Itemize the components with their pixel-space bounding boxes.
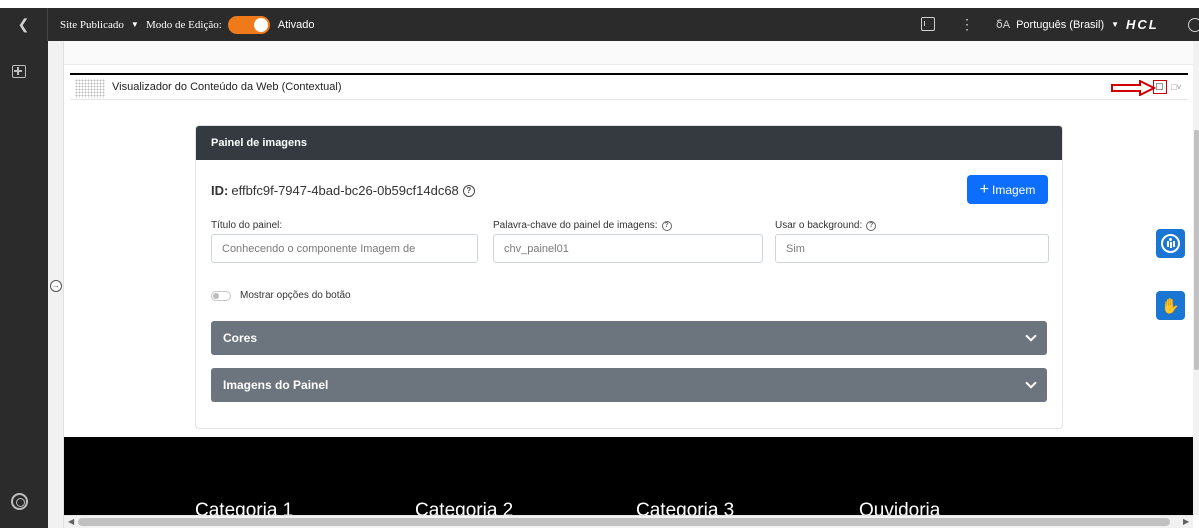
side-panel-icon[interactable] — [921, 17, 935, 31]
portlet-title-bar: Visualizador do Conteúdo da Web (Context… — [70, 73, 1188, 100]
scroll-right-arrow-icon[interactable]: ▶ — [1183, 517, 1189, 526]
horizontal-scrollbar-thumb[interactable] — [78, 518, 1170, 526]
language-label: Português (Brasil) — [1016, 18, 1105, 31]
help-icon[interactable]: ? — [661, 220, 672, 231]
site-status-dropdown[interactable]: Site Publicado ▼ — [60, 8, 139, 41]
edit-mode-toggle[interactable] — [227, 15, 270, 34]
id-value: effbfc9f-7947-4bad-bc26-0b59cf14dc68 — [231, 183, 459, 198]
accessibility-button[interactable] — [1156, 229, 1185, 258]
page-canvas: Visualizador do Conteúdo da Web (Context… — [64, 41, 1193, 515]
help-icon[interactable]: ? — [866, 220, 877, 231]
portlet-edit-menu-icon[interactable] — [1153, 80, 1167, 94]
caret-down-icon: ▼ — [1111, 20, 1120, 29]
edit-mode-label: Modo de Edição: — [146, 18, 222, 31]
portlet-title: Visualizador do Conteúdo da Web (Context… — [112, 81, 342, 93]
accessibility-icon — [1161, 234, 1180, 253]
panel-title-label: Título do painel: — [211, 220, 282, 231]
chevron-left-icon[interactable]: ❮ — [0, 8, 48, 41]
card-title: Painel de imagens — [211, 137, 307, 149]
plus-icon: + — [979, 180, 989, 198]
help-icon[interactable]: ? — [462, 184, 475, 197]
accordion-colors[interactable]: Cores — [211, 321, 1047, 355]
portlet-options-icon[interactable]: □˅ — [1171, 82, 1182, 92]
panel-title-input[interactable]: Conhecendo o componente Imagem de — [211, 234, 478, 263]
more-options-icon[interactable]: ⋮ — [960, 8, 974, 41]
footer-category-3[interactable]: Categoria 3 — [636, 500, 734, 515]
site-footer: Categoria 1 Categoria 2 Categoria 3 Ouvi… — [64, 437, 1193, 515]
footer-category-2[interactable]: Categoria 2 — [415, 500, 513, 515]
switch-knob — [213, 292, 219, 299]
accordion-colors-label: Cores — [223, 331, 258, 345]
footer-ombudsman[interactable]: Ouvidoria — [859, 500, 940, 515]
chevron-down-icon — [1025, 377, 1037, 389]
vertical-scrollbar-thumb[interactable] — [1194, 130, 1199, 370]
hcl-logo: HCL — [1126, 17, 1159, 32]
keyword-label: Palavra-chave do painel de imagens: ? — [493, 220, 672, 231]
accordion-panel-images-label: Imagens do Painel — [223, 378, 329, 392]
expand-panel-icon[interactable]: → — [50, 280, 62, 292]
switch-label: Mostrar opções do botão — [240, 290, 351, 301]
toggle-knob — [253, 17, 268, 32]
image-panel-card: Painel de imagens ID: effbfc9f-7947-4bad… — [195, 125, 1063, 429]
sign-language-hands-icon: ✋ — [1161, 297, 1180, 315]
red-arrow-annotation-icon — [1111, 80, 1156, 96]
add-image-button[interactable]: + Imagem — [967, 175, 1048, 204]
top-toolbar: ❮ Site Publicado ▼ Modo de Edição: Ativa… — [0, 8, 1199, 41]
scroll-left-arrow-icon[interactable]: ◀ — [68, 517, 74, 526]
button-options-switch[interactable] — [211, 290, 231, 301]
site-status-label: Site Publicado — [60, 18, 124, 31]
edit-icon — [1156, 83, 1163, 90]
background-select[interactable]: Sim — [775, 234, 1049, 263]
panel-id-row: ID: effbfc9f-7947-4bad-bc26-0b59cf14dc68… — [211, 183, 475, 198]
keyword-input[interactable]: chv_painel01 — [493, 234, 763, 263]
sign-language-button[interactable]: ✋ — [1156, 291, 1185, 320]
add-image-label: Imagem — [991, 182, 1036, 197]
chevron-down-icon — [1025, 330, 1037, 342]
help-lifebuoy-icon[interactable] — [11, 493, 28, 510]
page-top-area — [64, 41, 1193, 65]
edit-mode-state: Ativado — [277, 18, 315, 31]
background-label: Usar o background: ? — [775, 220, 877, 231]
window-top-strip — [0, 0, 1199, 8]
panel-title-label-text: Título do painel: — [211, 220, 283, 231]
keyword-label-text: Palavra-chave do painel de imagens: — [493, 220, 658, 231]
language-selector[interactable]: ẟA Português (Brasil) ▼ — [996, 8, 1119, 41]
user-icon[interactable] — [1188, 18, 1199, 32]
caret-down-icon: ▼ — [130, 20, 139, 29]
drag-handle-icon[interactable] — [75, 79, 105, 98]
accordion-panel-images[interactable]: Imagens do Painel — [211, 368, 1047, 402]
footer-category-1[interactable]: Categoria 1 — [195, 500, 293, 515]
card-header: Painel de imagens — [196, 126, 1062, 160]
add-content-icon[interactable] — [12, 65, 26, 78]
button-options-switch-row: Mostrar opções do botão — [211, 290, 351, 301]
translate-icon: ẟA — [996, 19, 1011, 31]
edit-mode-control: Modo de Edição: Ativado — [146, 8, 314, 41]
background-label-text: Usar o background: — [775, 220, 863, 231]
left-sidebar — [0, 41, 48, 528]
id-label: ID: — [211, 183, 229, 198]
